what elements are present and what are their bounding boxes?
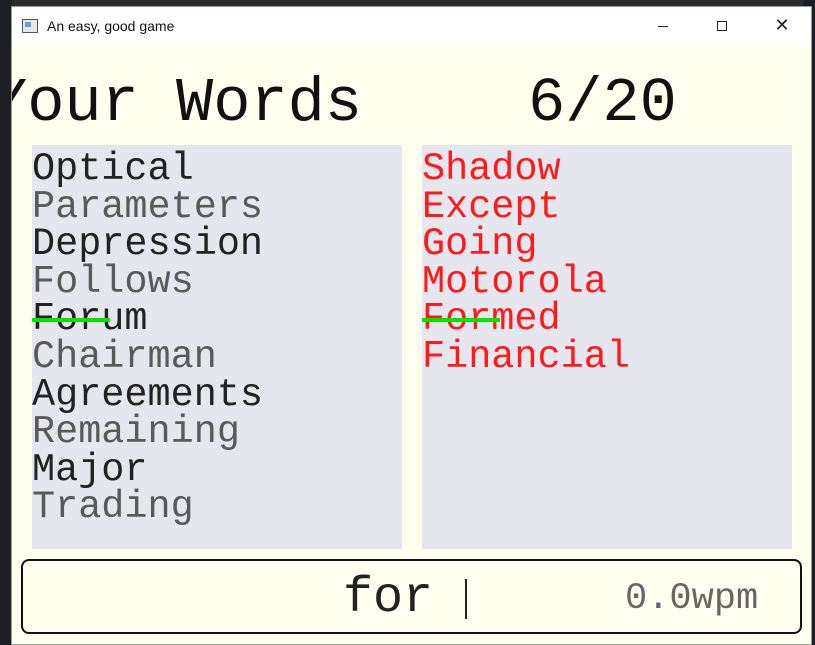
word-item: Except [422,184,561,229]
word-item: Chairman [32,335,217,379]
minimize-icon [658,25,668,27]
window-title: An easy, good game [47,18,175,34]
wpm-readout: 0.0wpm [625,578,759,620]
word-item: Going [422,222,538,267]
matched-prefix-highlight [422,318,501,323]
page-title: Your Words [12,69,363,139]
word-count: 6/20 [528,68,677,139]
word-item: Optical [32,147,194,191]
minimize-button[interactable] [634,7,692,45]
word-item: Follows [32,259,194,304]
word-item: Remaining [32,410,240,455]
close-icon: ✕ [774,15,790,36]
word-item: Depression [32,222,264,267]
text-cursor [465,579,467,619]
typed-text: for [343,570,434,627]
matched-prefix-highlight [32,318,111,323]
title-bar[interactable]: An easy, good game ✕ [12,7,811,45]
typing-input-box[interactable]: for 0.0wpm [21,559,802,634]
word-item: Shadow [422,147,561,191]
player-word-list: Optical Parameters Depression Follows Forum C… [32,145,402,549]
word-item: Major [32,447,148,492]
word-item: Agreements [32,372,264,417]
game-window: An easy, good game ✕ Your Words 6/20 Opt… [11,6,812,645]
app-window-icon [22,19,38,33]
close-button[interactable]: ✕ [753,7,811,45]
word-item: Parameters [32,184,264,229]
heading-area: Your Words [12,69,401,139]
maximize-icon [717,21,727,31]
word-item: Trading [32,485,194,530]
word-item: Financial [422,335,630,379]
word-item: Motorola [422,259,607,304]
maximize-button[interactable] [693,7,751,45]
opponent-word-list: Shadow Except Going Motorola Formed Financial [422,145,792,549]
